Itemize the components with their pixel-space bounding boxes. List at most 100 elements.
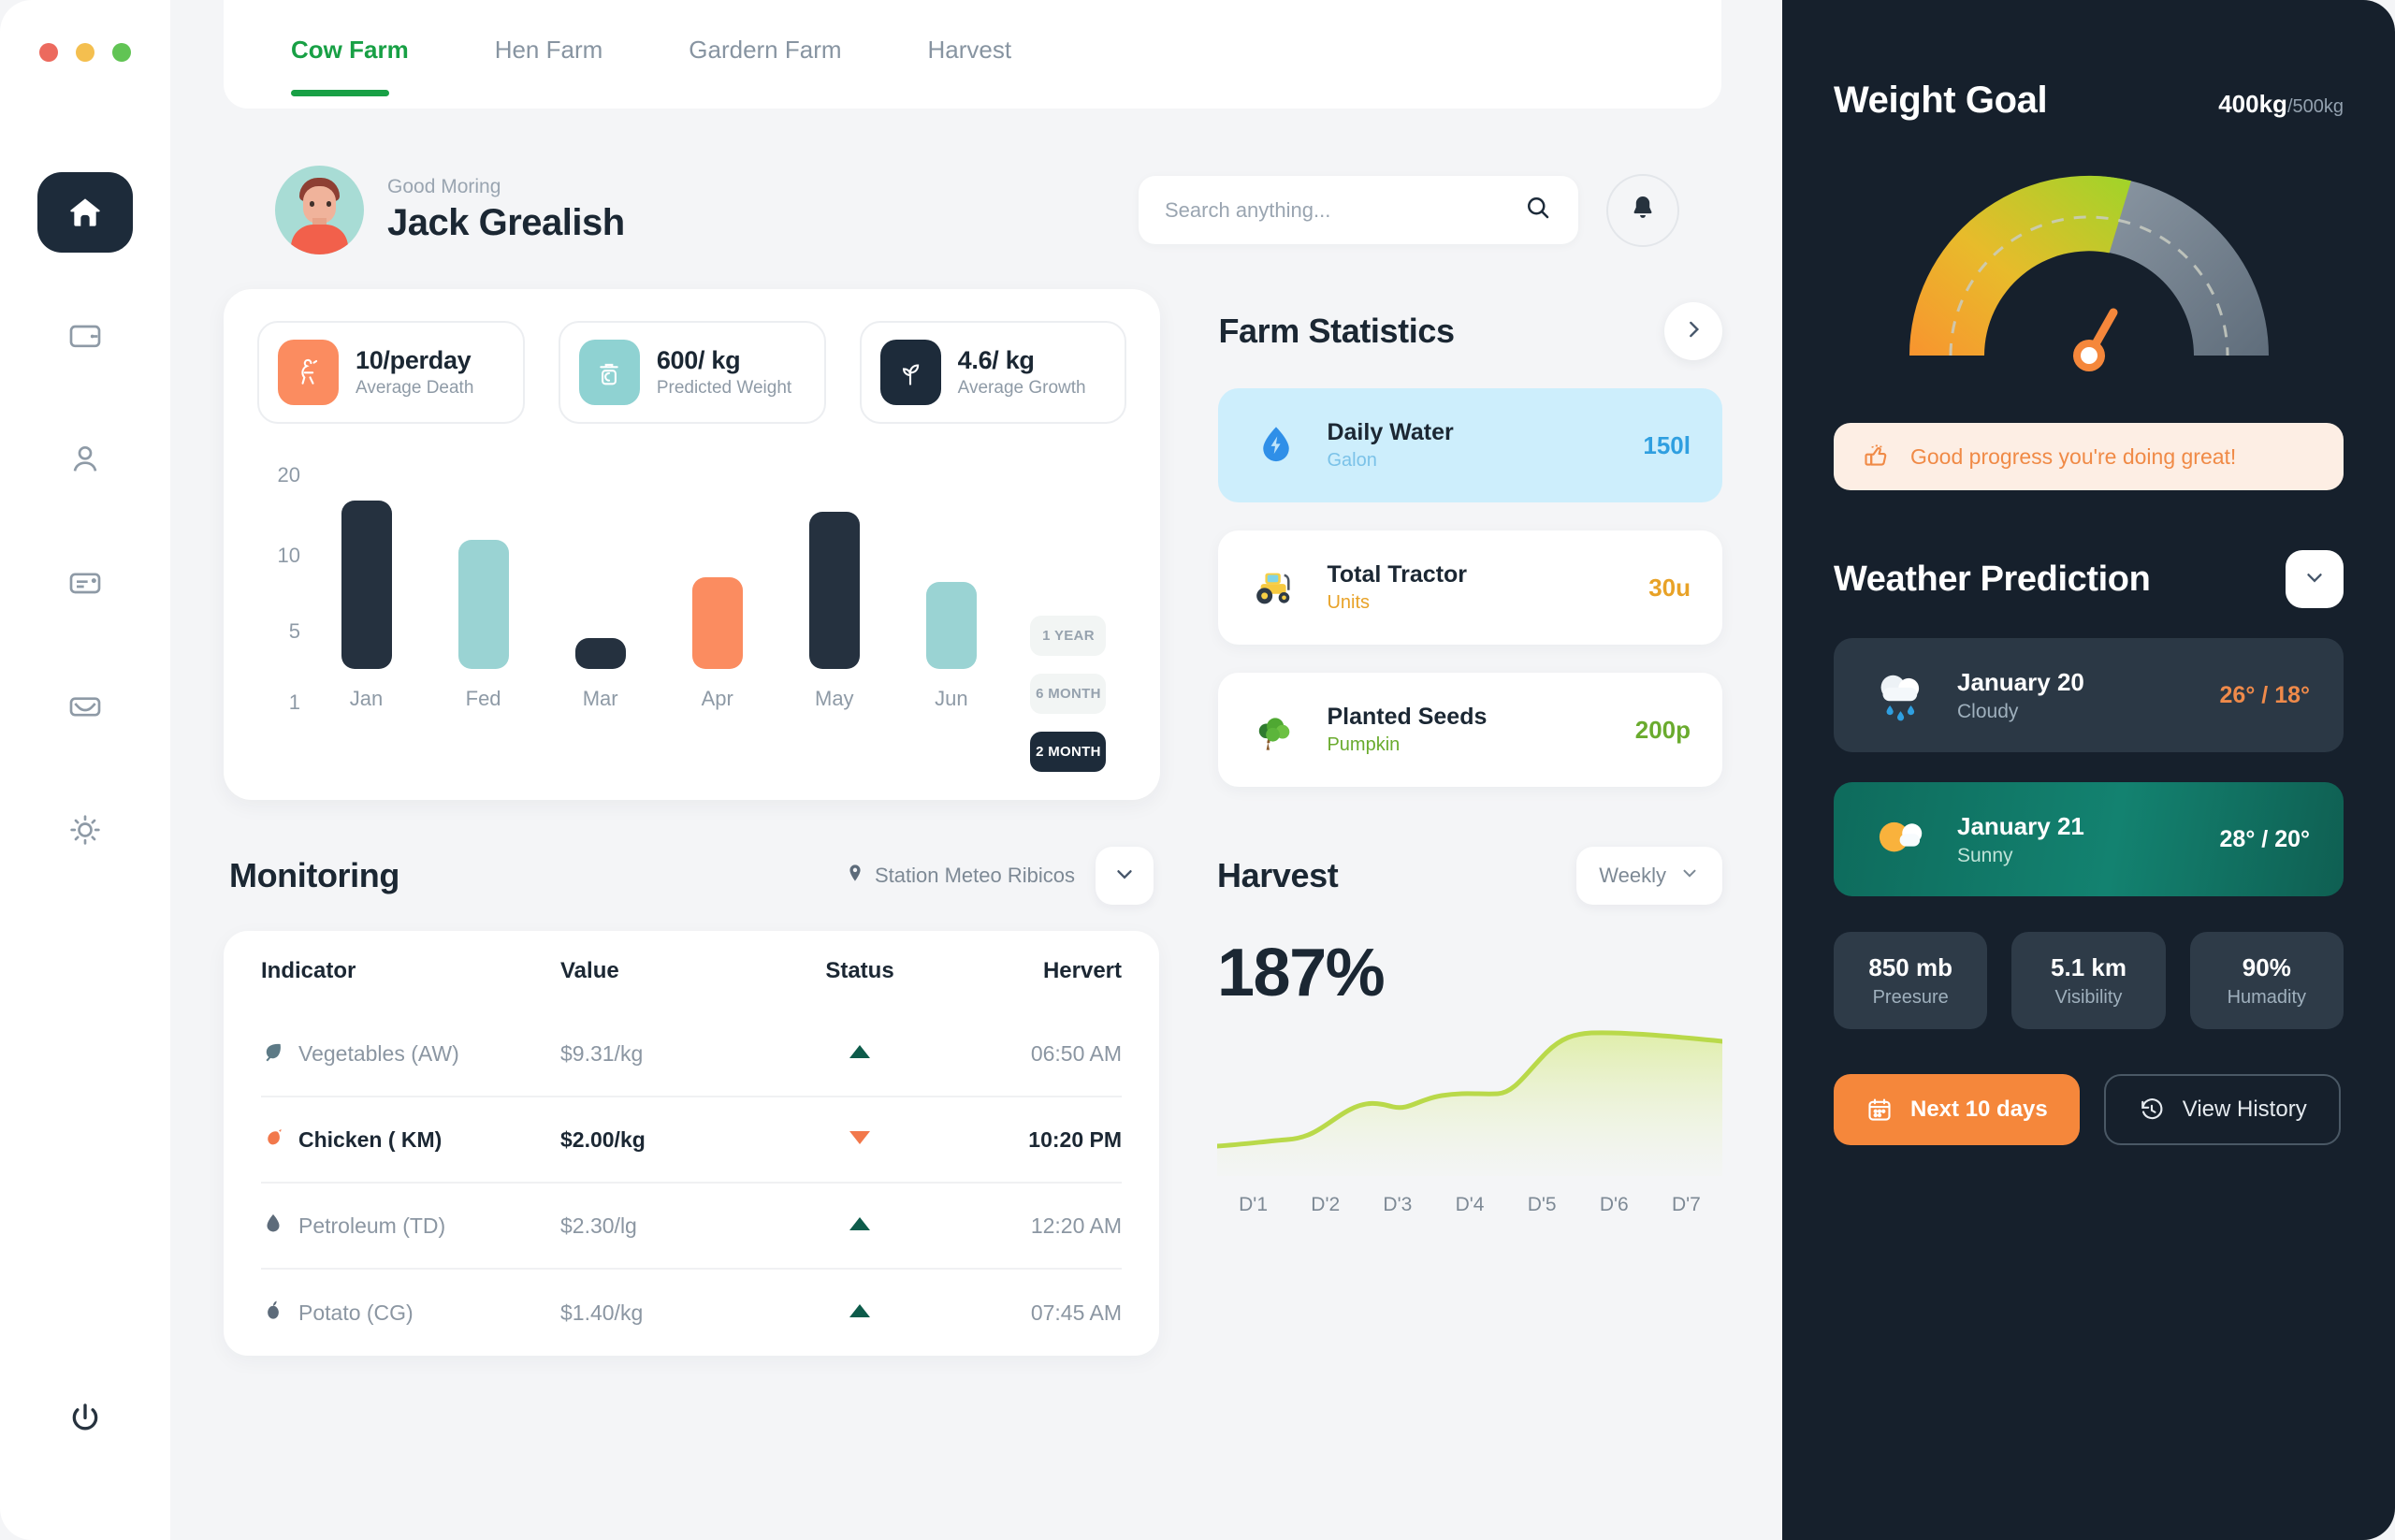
progress-note: Good progress you're doing great! [1834, 423, 2344, 490]
y-tick-label: 10 [277, 544, 300, 567]
bar-fed[interactable] [457, 540, 509, 669]
bar-jan[interactable] [341, 501, 392, 669]
harvest-area-chart [1214, 1030, 1725, 1176]
card-message-icon [66, 564, 104, 602]
bar-column[interactable]: Mar [542, 463, 659, 711]
weather-temp-separator: / [2261, 825, 2269, 852]
weather-day-row[interactable]: January 21 Sunny 28° / 20° [1834, 782, 2344, 896]
bar-column[interactable]: Fed [425, 463, 542, 711]
range-6-month[interactable]: 6 MONTH [1030, 674, 1107, 714]
notifications-button[interactable] [1606, 173, 1679, 247]
dashboard-root: Cow Farm Hen Farm Gardern Farm Harvest G… [0, 0, 2395, 1540]
row-hervert: 10:20 PM [1028, 1126, 1122, 1152]
table-row[interactable]: Chicken ( KM) $2.00/kg 10:20 PM [261, 1097, 1122, 1184]
row-value: $1.40/kg [560, 1300, 644, 1325]
metric-visibility: 5.1 km Visibility [2011, 932, 2166, 1029]
monitoring-station[interactable]: Station Meteo Ribicos [845, 863, 1075, 889]
kpi-predicted-weight: 600/ kg Predicted Weight [558, 321, 826, 424]
bar-may[interactable] [808, 512, 860, 669]
close-window-button[interactable] [39, 43, 58, 62]
stat-card-planted-seeds[interactable]: Planted Seeds Pumpkin 200p [1218, 673, 1722, 787]
greeting-row: Good Moring Jack Grealish [224, 166, 1722, 254]
sidebar-item-profile[interactable] [37, 419, 133, 500]
x-tick-label: May [815, 687, 854, 710]
weather-temps: 28° / 20° [2220, 826, 2310, 853]
table-row[interactable]: Petroleum (TD) $2.30/lg 12:20 AM [261, 1184, 1122, 1270]
x-tick-label: Jun [935, 687, 968, 710]
monitoring-header: Monitoring Station Meteo Ribicos [224, 847, 1159, 905]
search-input[interactable] [1165, 197, 1524, 223]
tab-hen-farm[interactable]: Hen Farm [495, 0, 603, 109]
sidebar-item-messages[interactable] [37, 543, 133, 623]
bar-column[interactable]: May [776, 463, 893, 711]
farm-statistics-next-button[interactable] [1664, 302, 1722, 360]
monitoring-station-dropdown[interactable] [1096, 847, 1154, 905]
sidebar-item-mail[interactable] [37, 666, 133, 747]
harvest-period-select[interactable]: Weekly [1576, 847, 1722, 905]
bar-column[interactable]: Apr [659, 463, 776, 711]
user-icon [66, 441, 104, 478]
metric-pressure: 850 mb Preesure [1834, 932, 1988, 1029]
minimize-window-button[interactable] [76, 43, 94, 62]
chevron-down-icon [2302, 565, 2327, 594]
maximize-window-button[interactable] [112, 43, 131, 62]
search-icon[interactable] [1524, 194, 1552, 226]
search-box[interactable] [1139, 176, 1578, 244]
table-row[interactable]: Vegetables (AW) $9.31/kg 06:50 AM [261, 1011, 1122, 1097]
farm-statistics: Farm Statistics Daily Water Galon 150l T… [1218, 289, 1722, 800]
row-indicator: Vegetables (AW) [298, 1040, 459, 1066]
stat-value: 150l [1643, 430, 1691, 459]
x-tick-label: D'1 [1239, 1194, 1268, 1215]
stat-card-total-tractor[interactable]: Total Tractor Units 30u [1218, 530, 1722, 645]
sidebar-item-brightness[interactable] [37, 790, 133, 870]
table-row[interactable]: Potato (CG) $1.40/kg 07:45 AM [261, 1270, 1122, 1356]
bar-column[interactable]: Jun [893, 463, 1009, 711]
kpi-value: 600/ kg [656, 346, 741, 374]
row-status [766, 1303, 953, 1322]
potato-icon [261, 1299, 285, 1328]
weather-day-row[interactable]: January 20 Cloudy 26° / 18° [1834, 638, 2344, 752]
mid-grid: 10/perday Average Death 600/ kg Predicte… [224, 289, 1722, 800]
bar-chart: 20 10 5 1 Jan Fed Mar Apr May Jun 1 YEAR… [257, 463, 1126, 772]
stat-name: Planted Seeds [1327, 704, 1488, 730]
sidebar-item-home[interactable] [37, 172, 133, 253]
bar-column[interactable]: Jan [308, 463, 425, 711]
metric-humidity: 90% Humadity [2189, 932, 2344, 1029]
next-10-days-button[interactable]: Next 10 days [1834, 1074, 2080, 1145]
production-chart-card: 10/perday Average Death 600/ kg Predicte… [224, 289, 1161, 800]
right-panel: Weight Goal 400kg/500kg Good progress yo… [1782, 0, 2395, 1540]
bar-jun[interactable] [925, 582, 977, 669]
power-button[interactable] [66, 1400, 104, 1442]
sidebar-item-wallet[interactable] [37, 296, 133, 376]
stat-card-daily-water[interactable]: Daily Water Galon 150l [1218, 388, 1722, 502]
kpi-label: Average Growth [957, 378, 1086, 398]
brightness-sun-icon [66, 811, 104, 849]
rain-cloud-icon [1867, 666, 1937, 724]
bar-mar[interactable] [574, 638, 626, 669]
x-tick-label: D'2 [1311, 1194, 1341, 1215]
range-2-month[interactable]: 2 MONTH [1030, 732, 1107, 772]
bar-apr[interactable] [691, 577, 743, 669]
weather-date: January 21 [1957, 811, 2084, 840]
envelope-icon [66, 688, 104, 725]
weight-goal-target: /500kg [2286, 96, 2344, 117]
weather-temps: 26° / 18° [2220, 682, 2310, 709]
tab-gardern-farm[interactable]: Gardern Farm [689, 0, 841, 109]
metric-value: 90% [2242, 952, 2291, 981]
tab-cow-farm[interactable]: Cow Farm [291, 0, 409, 109]
weather-high: 28° [2219, 825, 2256, 852]
stat-value: 200p [1634, 715, 1691, 744]
home-icon [66, 194, 104, 231]
bell-icon [1628, 193, 1658, 227]
y-tick-label: 20 [277, 463, 300, 487]
kpi-value: 10/perday [356, 346, 472, 374]
weather-condition: Sunny [1957, 844, 2013, 866]
metric-label: Humadity [2227, 986, 2307, 1008]
x-tick-label: D'7 [1671, 1194, 1701, 1215]
tab-harvest[interactable]: Harvest [928, 0, 1012, 109]
range-1-year[interactable]: 1 YEAR [1030, 616, 1107, 656]
weather-expand-button[interactable] [2286, 550, 2344, 608]
view-history-button[interactable]: View History [2103, 1074, 2341, 1145]
farm-statistics-header: Farm Statistics [1218, 302, 1722, 360]
water-drop-icon [1250, 422, 1302, 469]
